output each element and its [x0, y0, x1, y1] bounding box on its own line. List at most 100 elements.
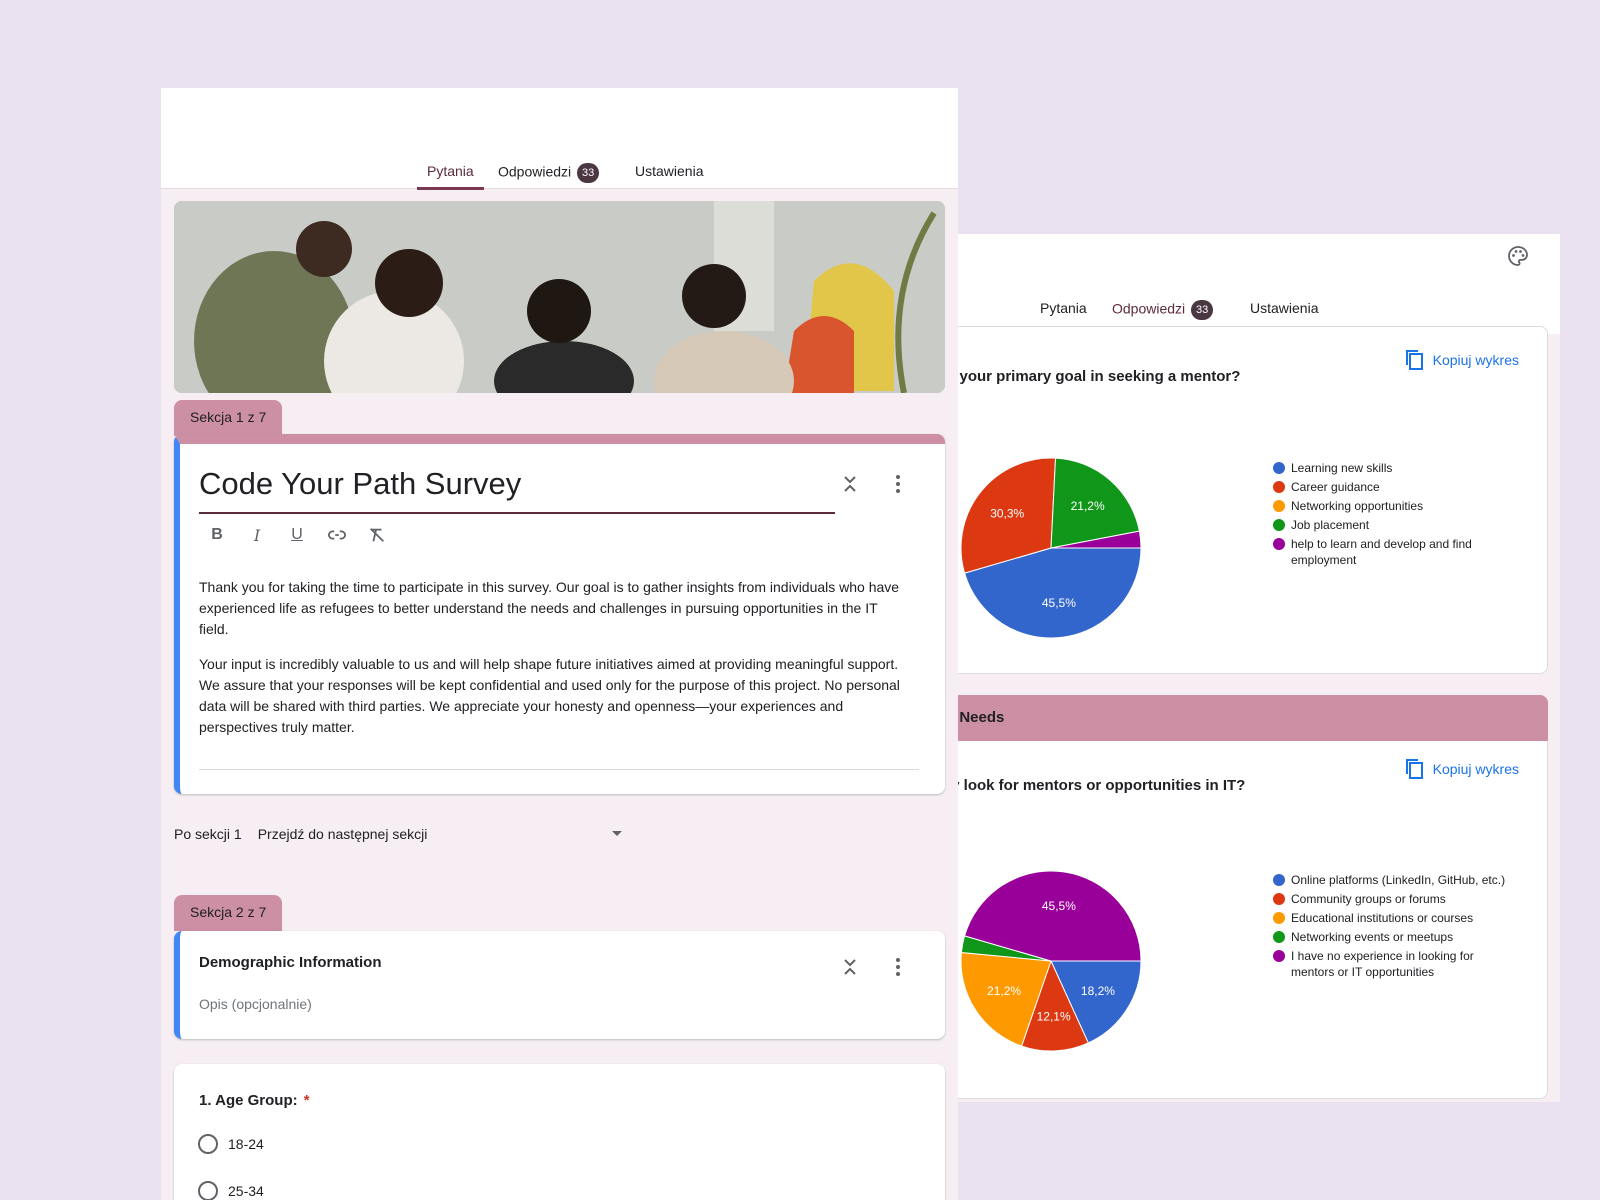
legend-label: Educational institutions or courses — [1291, 911, 1474, 925]
responses-count-badge: 33 — [1191, 300, 1214, 320]
legend-color-dot — [1273, 519, 1285, 531]
pie-data-label: 21,2% — [987, 984, 1021, 998]
legend-item: help to learn and develop and find emplo… — [1273, 536, 1513, 568]
radio-button[interactable] — [198, 1181, 218, 1200]
legend-color-dot — [1273, 950, 1285, 962]
copy-chart-label: Kopiuj wykres — [1432, 761, 1519, 777]
tab-settings[interactable]: Ustawienia — [1250, 300, 1318, 324]
radio-button[interactable] — [198, 1134, 218, 1154]
collapse-icon[interactable] — [840, 472, 860, 496]
pie-data-label: 21,2% — [1071, 499, 1105, 513]
tab-settings[interactable]: Ustawienia — [635, 163, 703, 187]
chart-legend: Online platforms (LinkedIn, GitHub, etc.… — [1273, 872, 1513, 983]
responses-topbar — [956, 234, 1560, 292]
legend-item: I have no experience in looking for ment… — [1273, 948, 1513, 980]
question-title: 1. Age Group: * — [199, 1092, 310, 1109]
form-title[interactable]: Code Your Path Survey — [199, 466, 521, 502]
legend-item: Online platforms (LinkedIn, GitHub, etc.… — [1273, 872, 1513, 888]
copy-chart-button[interactable]: Kopiuj wykres — [1405, 349, 1519, 371]
pie-data-label: 30,3% — [990, 506, 1024, 520]
pie-data-label: 18,2% — [1081, 984, 1115, 998]
description-paragraph: Thank you for taking the time to partici… — [199, 579, 900, 637]
banner-photo — [174, 201, 945, 393]
section-description-placeholder[interactable]: Opis (opcjonalnie) — [199, 996, 312, 1012]
tab-label: Odpowiedzi — [498, 163, 572, 180]
tab-label: Pytania — [427, 163, 474, 179]
legend-label: help to learn and develop and find emplo… — [1291, 537, 1472, 567]
pie-chart-where-look: 18,2% 12,1% 21,2% 45,5% — [960, 870, 1142, 1052]
next-section-value: Przejdź do następnej sekcji — [257, 826, 428, 842]
radio-option[interactable]: 25-34 — [198, 1181, 264, 1200]
more-options-icon[interactable] — [888, 472, 908, 496]
form-description[interactable]: Thank you for taking the time to partici… — [199, 577, 909, 752]
tab-label: Ustawienia — [635, 163, 704, 179]
legend-item: Educational institutions or courses — [1273, 910, 1513, 926]
tab-label: Ustawienia — [1250, 300, 1319, 316]
pie-chart-primary-goal: 45,5% 30,3% 21,2% — [960, 457, 1142, 639]
legend-item: Job placement — [1273, 517, 1513, 533]
tab-label: Pytania — [1040, 300, 1087, 316]
tab-label: Odpowiedzi — [1112, 300, 1186, 317]
tab-questions[interactable]: Pytania — [1040, 300, 1087, 324]
tab-questions[interactable]: Pytania — [417, 163, 484, 190]
legend-label: Networking opportunities — [1291, 499, 1424, 513]
question-text: 1. Age Group: — [199, 1092, 298, 1109]
chart-card-primary-goal: Kopiuj wykres e your primary goal in see… — [956, 326, 1548, 674]
pie-data-label: 12,1% — [1037, 1010, 1071, 1024]
editor-window: Pytania Odpowiedzi 33 Ustawienia Sekcja 1… — [161, 88, 958, 1200]
format-toolbar: B I U — [208, 526, 386, 545]
required-asterisk: * — [303, 1092, 310, 1109]
legend-label: Community groups or forums — [1291, 892, 1446, 906]
responses-count-badge: 33 — [577, 163, 600, 183]
pie-data-label: 45,5% — [1042, 596, 1076, 610]
link-icon[interactable] — [328, 526, 346, 544]
legend-color-dot — [1273, 874, 1285, 886]
legend-color-dot — [1273, 500, 1285, 512]
next-section-select[interactable]: Przejdź do następnej sekcji — [258, 826, 628, 842]
legend-item: Community groups or forums — [1273, 891, 1513, 907]
section-header-band: d Needs — [956, 695, 1548, 743]
section-1-card[interactable]: Code Your Path Survey B I U Thank you fo… — [174, 434, 945, 794]
italic-icon[interactable]: I — [248, 526, 266, 545]
section-2-tab: Sekcja 2 z 7 — [174, 895, 283, 931]
section-title[interactable]: Demographic Information — [199, 954, 382, 971]
radio-option[interactable]: 18-24 — [198, 1134, 264, 1154]
header-banner-image — [174, 201, 945, 393]
title-underline — [199, 512, 835, 514]
legend-label: Job placement — [1291, 518, 1370, 532]
legend-item: Networking events or meetups — [1273, 929, 1513, 945]
legend-color-dot — [1273, 462, 1285, 474]
section-label: Sekcja 2 z 7 — [190, 904, 267, 920]
copy-chart-label: Kopiuj wykres — [1432, 352, 1519, 368]
question-title: e your primary goal in seeking a mentor? — [956, 368, 1241, 385]
pie-data-label: 45,5% — [1042, 899, 1076, 913]
after-section-navigation: Po sekcji 1 Przejdź do następnej sekcji — [174, 826, 628, 842]
chart-legend: Learning new skills Career guidance Networ… — [1273, 460, 1513, 571]
section-1-tab: Sekcja 1 z 7 — [174, 400, 283, 436]
responses-body: Kopiuj wykres e your primary goal in see… — [956, 326, 1560, 1102]
bold-icon[interactable]: B — [208, 526, 226, 544]
responses-window: Pytania Odpowiedzi 33 Ustawienia Kopiuj w… — [956, 234, 1560, 1102]
legend-color-dot — [1273, 538, 1285, 550]
copy-chart-button[interactable]: Kopiuj wykres — [1405, 758, 1519, 780]
clear-formatting-icon[interactable] — [368, 526, 386, 544]
section-2-card[interactable]: Demographic Information Opis (opcjonalni… — [174, 931, 945, 1039]
legend-color-dot — [1273, 912, 1285, 924]
legend-item: Networking opportunities — [1273, 498, 1513, 514]
after-section-label: Po sekcji 1 — [174, 826, 242, 842]
collapse-icon[interactable] — [840, 955, 860, 979]
legend-label: Online platforms (LinkedIn, GitHub, etc.… — [1291, 873, 1506, 887]
description-paragraph: Your input is incredibly valuable to us … — [199, 656, 900, 735]
more-options-icon[interactable] — [888, 955, 908, 979]
copy-icon — [1405, 759, 1423, 779]
copy-icon — [1405, 350, 1423, 370]
legend-color-dot — [1273, 931, 1285, 943]
question-card-age-group[interactable]: 1. Age Group: * 18-24 25-34 — [174, 1064, 945, 1200]
legend-color-dot — [1273, 893, 1285, 905]
tab-responses[interactable]: Odpowiedzi 33 — [498, 163, 600, 191]
editor-header: Pytania Odpowiedzi 33 Ustawienia — [161, 88, 958, 191]
palette-icon[interactable] — [1506, 244, 1530, 268]
underline-icon[interactable]: U — [288, 526, 306, 544]
dropdown-arrow-icon — [611, 831, 622, 836]
option-label: 18-24 — [228, 1136, 264, 1152]
